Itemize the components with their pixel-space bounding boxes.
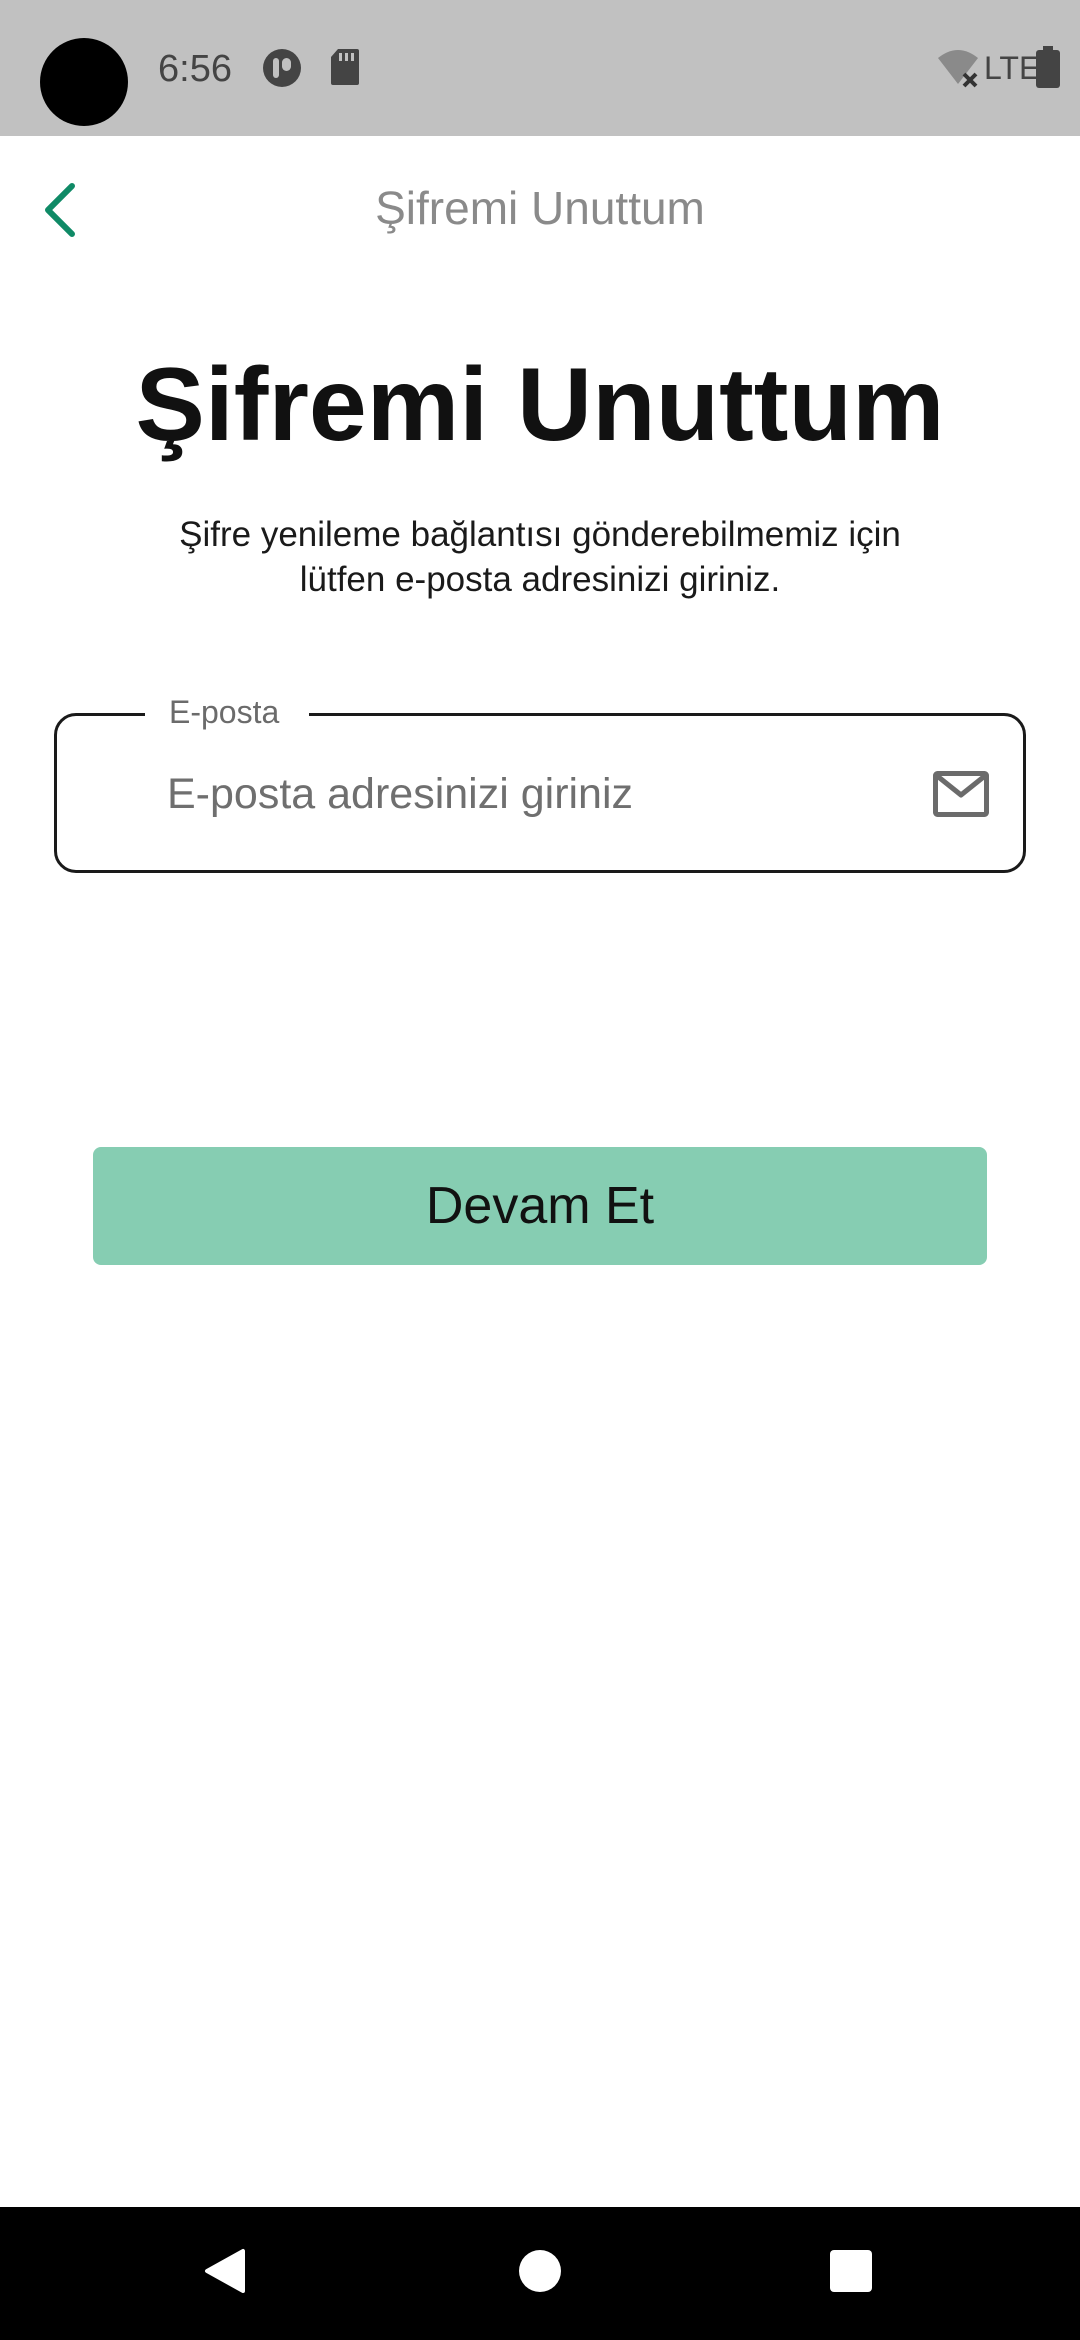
camera-cutout	[40, 38, 128, 126]
recents-nav-icon	[829, 2249, 873, 2298]
wifi-off-icon	[936, 48, 980, 93]
description-line: Şifre yenileme bağlantısı gönderebilmemi…	[179, 515, 901, 554]
app-bar-title: Şifremi Unuttum	[375, 182, 705, 234]
mail-icon	[933, 771, 989, 817]
email-field[interactable]: E-posta	[54, 690, 1026, 873]
app-bar: Şifremi Unuttum	[0, 136, 1080, 286]
back-nav-button[interactable]	[180, 2207, 270, 2340]
app-notification-icon	[262, 48, 302, 93]
page-description: Şifre yenileme bağlantısı gönderebilmemi…	[100, 512, 980, 602]
email-field-label: E-posta	[145, 690, 310, 734]
status-time: 6:56	[158, 48, 232, 90]
system-nav-bar	[0, 2207, 1080, 2340]
description-line: lütfen e-posta adresinizi giriniz.	[299, 560, 781, 599]
home-nav-button[interactable]	[495, 2207, 585, 2340]
page-title: Şifremi Unuttum	[135, 347, 945, 463]
back-nav-icon	[203, 2247, 247, 2300]
recents-nav-button[interactable]	[806, 2207, 896, 2340]
status-bar: 6:56 LTE	[0, 0, 1080, 136]
home-nav-icon	[518, 2249, 562, 2298]
continue-button[interactable]: Devam Et	[93, 1147, 987, 1265]
network-type-label: LTE	[984, 50, 1041, 86]
email-input[interactable]	[167, 764, 907, 824]
battery-icon	[1036, 46, 1060, 93]
sd-card-icon	[330, 48, 360, 91]
